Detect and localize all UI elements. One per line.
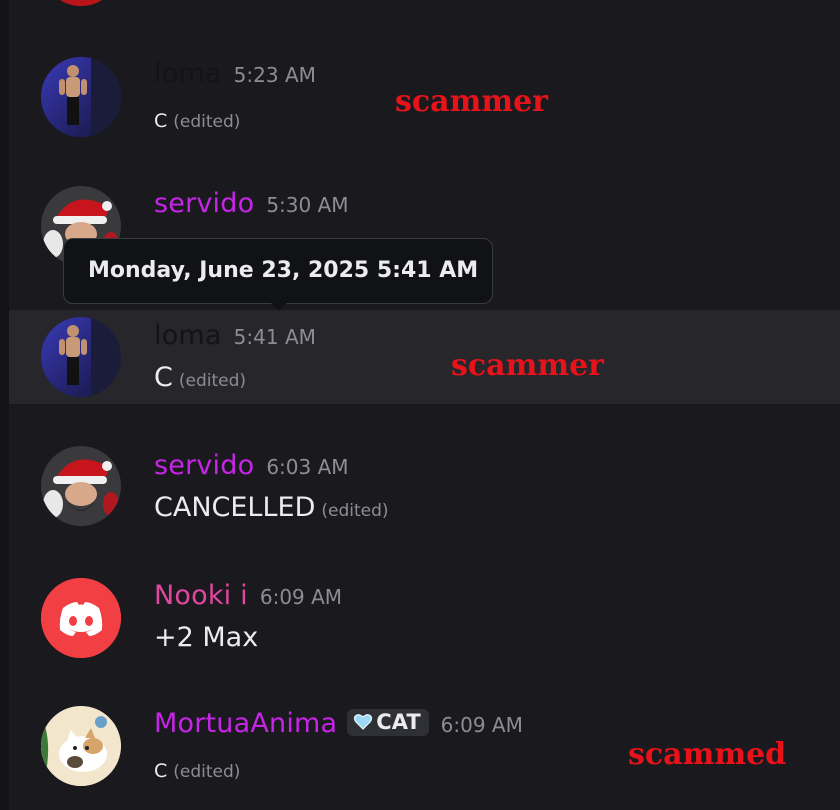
- timestamp[interactable]: 6:09 AM: [441, 713, 523, 737]
- message-header: MortuaAnima CAT 6:09 AM: [154, 708, 523, 739]
- username[interactable]: servido: [154, 188, 254, 219]
- message-content: C (edited): [154, 760, 240, 782]
- message-text: C: [154, 110, 168, 132]
- annotation-label: scammed: [628, 737, 787, 772]
- message-content: +2 Max: [154, 622, 258, 653]
- edited-label: (edited): [173, 112, 241, 132]
- timestamp[interactable]: 5:23 AM: [234, 63, 316, 87]
- server-tag[interactable]: CAT: [347, 709, 429, 736]
- discord-logo-icon[interactable]: [41, 578, 121, 658]
- edited-label: (edited): [173, 762, 241, 782]
- username[interactable]: loma: [154, 320, 222, 351]
- cat-illustration-avatar[interactable]: [41, 706, 121, 786]
- username[interactable]: loma: [154, 58, 222, 89]
- message-content: CANCELLED (edited): [154, 492, 389, 523]
- user-photo-avatar[interactable]: [41, 317, 121, 397]
- annotation-label: scammer: [395, 84, 548, 119]
- santa-illustration-avatar[interactable]: [41, 446, 121, 526]
- tooltip-arrow: [270, 302, 288, 311]
- username[interactable]: servido: [154, 450, 254, 481]
- annotation-label: scammer: [451, 348, 604, 383]
- timestamp[interactable]: 5:41 AM: [234, 325, 316, 349]
- timestamp[interactable]: 6:09 AM: [260, 585, 342, 609]
- user-photo-avatar[interactable]: [41, 57, 121, 137]
- edited-label: (edited): [178, 371, 247, 391]
- edited-label: (edited): [321, 501, 389, 521]
- username[interactable]: Nooki i: [154, 580, 248, 611]
- message-text: +2 Max: [154, 622, 259, 653]
- message-item-hovered[interactable]: loma 5:41 AM C (edited): [9, 310, 840, 404]
- timestamp[interactable]: 5:30 AM: [266, 193, 348, 217]
- timestamp[interactable]: 6:03 AM: [266, 455, 348, 479]
- message-content: C (edited): [154, 362, 246, 393]
- window-left-edge: [0, 0, 9, 810]
- username[interactable]: MortuaAnima: [154, 708, 337, 739]
- message-item[interactable]: servido 6:03 AM CANCELLED (edited): [9, 430, 840, 540]
- message-header: servido 5:30 AM: [154, 188, 349, 219]
- message-text: C: [154, 362, 173, 393]
- message-header: Nooki i 6:09 AM: [154, 580, 342, 611]
- tag-label: CAT: [376, 710, 421, 734]
- partial-avatar: [41, 0, 121, 6]
- message-list: loma 5:23 AM C (edited) scammer servido 5:3…: [9, 0, 840, 810]
- message-content: C (edited): [154, 110, 240, 132]
- message-text: CANCELLED: [154, 492, 316, 523]
- message-text: C: [154, 760, 168, 782]
- message-header: loma 5:23 AM: [154, 58, 316, 89]
- timestamp-tooltip: Monday, June 23, 2025 5:41 AM: [63, 238, 493, 304]
- message-header: loma 5:41 AM: [154, 320, 316, 351]
- message-item[interactable]: Nooki i 6:09 AM +2 Max: [9, 560, 840, 670]
- message-header: servido 6:03 AM: [154, 450, 349, 481]
- heart-icon: [353, 712, 373, 732]
